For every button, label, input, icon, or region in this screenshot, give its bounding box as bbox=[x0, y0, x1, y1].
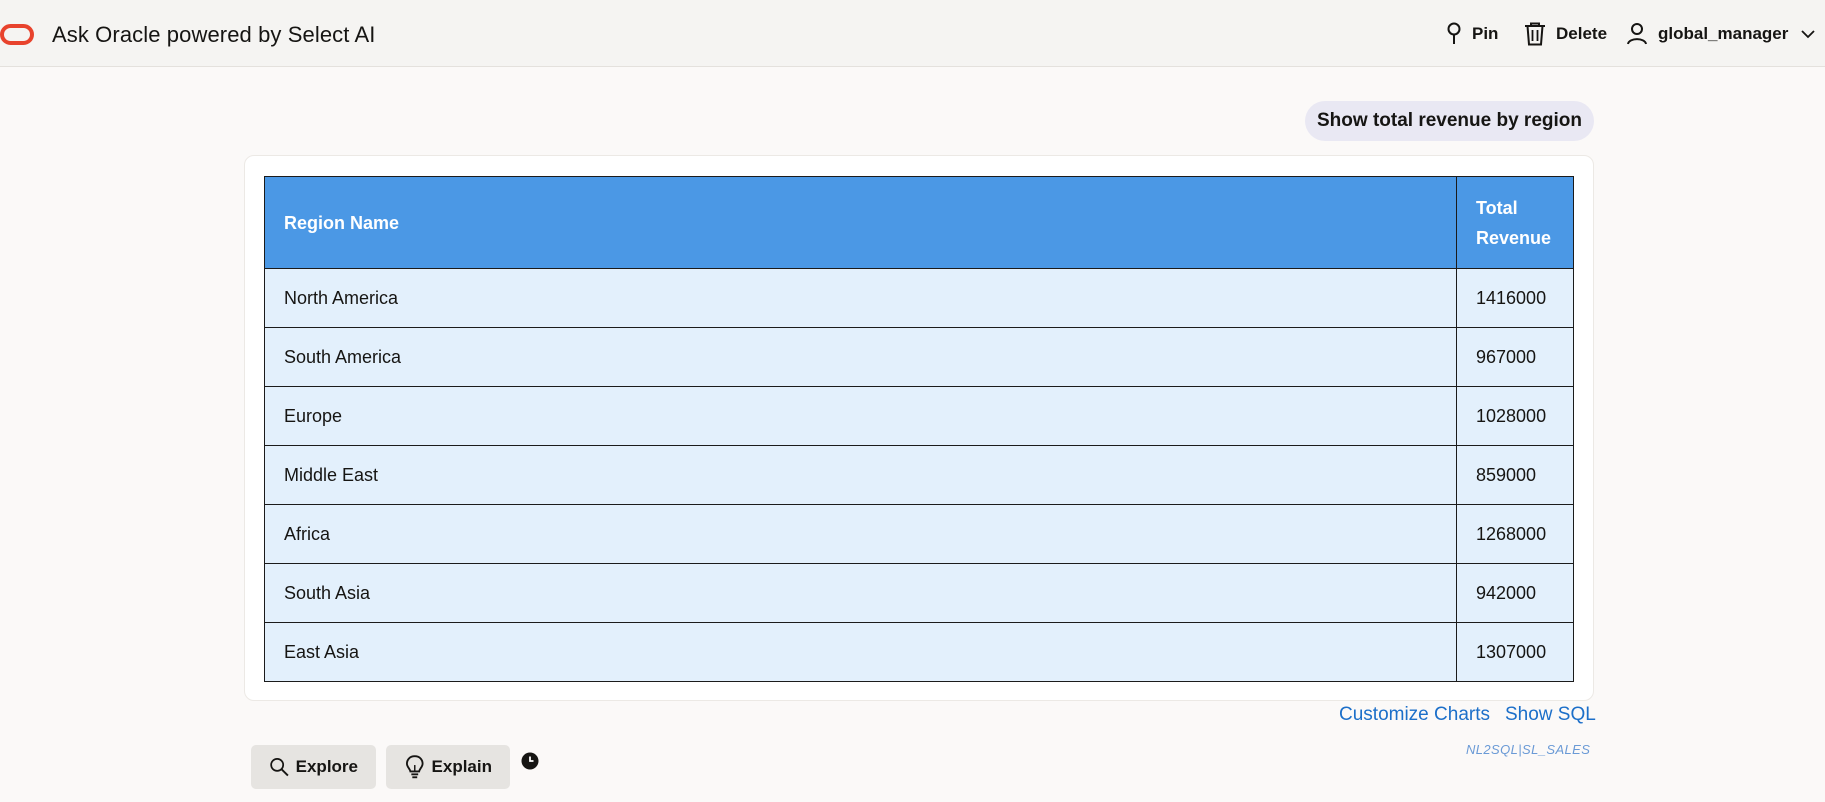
region-cell: Europe bbox=[264, 386, 1457, 446]
revenue-cell: 1028000 bbox=[1456, 386, 1574, 446]
revenue-cell: 1416000 bbox=[1456, 268, 1574, 328]
app-header: Ask Oracle powered by Select AI Pin Dele… bbox=[0, 0, 1825, 67]
column-header-revenue: Total Revenue bbox=[1456, 176, 1574, 269]
app-title: Ask Oracle powered by Select AI bbox=[52, 22, 376, 47]
region-cell: Africa bbox=[264, 504, 1457, 564]
table-row: Middle East 859000 bbox=[264, 445, 1574, 505]
user-icon bbox=[1627, 23, 1647, 45]
results-table: Region Name Total Revenue North America … bbox=[264, 176, 1574, 682]
explain-label: Explain bbox=[431, 757, 492, 776]
explore-label: Explore bbox=[295, 757, 358, 776]
revenue-cell: 942000 bbox=[1456, 563, 1574, 623]
delete-label: Delete bbox=[1556, 24, 1608, 43]
oracle-logo-icon bbox=[0, 24, 34, 45]
column-header-region: Region Name bbox=[264, 176, 1457, 269]
delete-button[interactable]: Delete bbox=[1524, 22, 1607, 46]
source-tag: NL2SQL|SL_SALES bbox=[1466, 742, 1591, 757]
lightbulb-icon bbox=[406, 755, 424, 779]
pin-button[interactable]: Pin bbox=[1446, 22, 1498, 46]
explore-button[interactable]: Explore bbox=[251, 745, 376, 789]
history-clock-icon[interactable] bbox=[521, 752, 539, 770]
show-sql-link[interactable]: Show SQL bbox=[1505, 704, 1596, 726]
region-cell: South America bbox=[264, 327, 1457, 387]
customize-charts-link[interactable]: Customize Charts bbox=[1339, 704, 1490, 726]
table-row: Europe 1028000 bbox=[264, 386, 1574, 446]
region-cell: South Asia bbox=[264, 563, 1457, 623]
region-cell: East Asia bbox=[264, 622, 1457, 682]
region-cell: Middle East bbox=[264, 445, 1457, 505]
table-row: Africa 1268000 bbox=[264, 504, 1574, 564]
revenue-cell: 1307000 bbox=[1456, 622, 1574, 682]
revenue-cell: 1268000 bbox=[1456, 504, 1574, 564]
pin-label: Pin bbox=[1472, 24, 1499, 43]
revenue-cell: 859000 bbox=[1456, 445, 1574, 505]
chevron-down-icon bbox=[1801, 30, 1816, 39]
table-row: South America 967000 bbox=[264, 327, 1574, 387]
search-icon bbox=[270, 757, 289, 777]
table-header-row: Region Name Total Revenue bbox=[264, 176, 1574, 269]
revenue-cell: 967000 bbox=[1456, 327, 1574, 387]
table-row: East Asia 1307000 bbox=[264, 622, 1574, 682]
table-row: South Asia 942000 bbox=[264, 563, 1574, 623]
user-query-bubble: Show total revenue by region bbox=[1305, 101, 1594, 141]
region-cell: North America bbox=[264, 268, 1457, 328]
pin-icon bbox=[1447, 22, 1461, 44]
trash-icon bbox=[1525, 22, 1545, 46]
explain-button[interactable]: Explain bbox=[386, 745, 510, 789]
user-menu-button[interactable]: global_manager bbox=[1626, 22, 1816, 46]
user-name: global_manager bbox=[1658, 24, 1789, 43]
table-row: North America 1416000 bbox=[264, 268, 1574, 328]
